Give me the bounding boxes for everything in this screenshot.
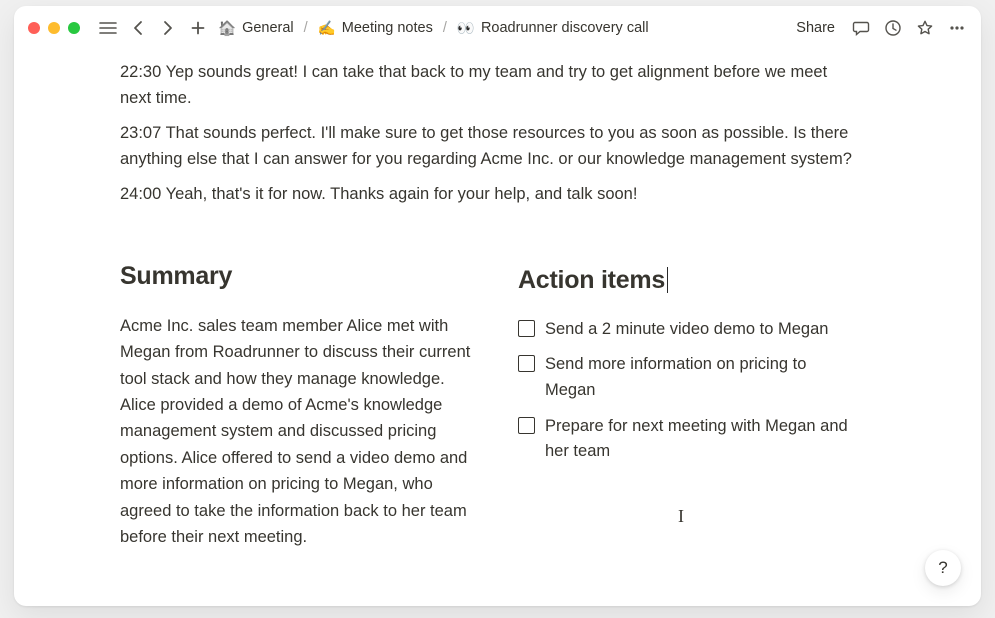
transcript-line[interactable]: 22:30 Yep sounds great! I can take that … xyxy=(120,60,860,111)
todo-label[interactable]: Send a 2 minute video demo to Megan xyxy=(545,317,860,343)
checkbox[interactable] xyxy=(518,355,535,372)
breadcrumb-label: General xyxy=(242,20,294,36)
transcript-block[interactable]: 22:30 Yep sounds great! I can take that … xyxy=(120,60,860,208)
todo-item[interactable]: Send a 2 minute video demo to Megan xyxy=(518,317,860,343)
text-cursor-icon: I xyxy=(678,506,684,527)
summary-heading[interactable]: Summary xyxy=(120,262,232,291)
transcript-line[interactable]: 23:07 That sounds perfect. I'll make sur… xyxy=(120,121,860,172)
summary-column[interactable]: Summary Acme Inc. sales team member Alic… xyxy=(120,262,478,551)
breadcrumb-root[interactable]: 🏠 General xyxy=(214,18,298,39)
updates-button[interactable] xyxy=(879,14,907,42)
nav-forward-button[interactable] xyxy=(154,14,182,42)
checkbox[interactable] xyxy=(518,320,535,337)
topbar-actions: Share xyxy=(788,14,971,42)
action-items-heading[interactable]: Action items xyxy=(518,262,666,295)
summary-body[interactable]: Acme Inc. sales team member Alice met wi… xyxy=(120,313,478,551)
breadcrumb-separator: / xyxy=(304,20,308,36)
minimize-window-button[interactable] xyxy=(48,22,60,34)
eyes-icon: 👀 xyxy=(457,20,475,37)
breadcrumb-meeting-notes[interactable]: ✍️ Meeting notes xyxy=(314,18,437,39)
maximize-window-button[interactable] xyxy=(68,22,80,34)
new-tab-button[interactable] xyxy=(184,14,212,42)
checkbox[interactable] xyxy=(518,417,535,434)
topbar: 🏠 General / ✍️ Meeting notes / 👀 Roadrun… xyxy=(14,6,981,50)
window-controls xyxy=(28,22,80,34)
breadcrumb-label: Roadrunner discovery call xyxy=(481,20,649,36)
nav-back-button[interactable] xyxy=(124,14,152,42)
comments-button[interactable] xyxy=(847,14,875,42)
page-content[interactable]: 22:30 Yep sounds great! I can take that … xyxy=(14,50,981,606)
breadcrumb-current-page[interactable]: 👀 Roadrunner discovery call xyxy=(453,18,653,39)
todo-label[interactable]: Send more information on pricing to Mega… xyxy=(545,352,860,403)
todo-item[interactable]: Prepare for next meeting with Megan and … xyxy=(518,414,860,465)
transcript-line[interactable]: 24:00 Yeah, that's it for now. Thanks ag… xyxy=(120,182,860,208)
home-icon: 🏠 xyxy=(218,20,236,37)
breadcrumb-separator: / xyxy=(443,20,447,36)
app-window: 🏠 General / ✍️ Meeting notes / 👀 Roadrun… xyxy=(14,6,981,606)
close-window-button[interactable] xyxy=(28,22,40,34)
todo-list: Send a 2 minute video demo to Megan Send… xyxy=(518,317,860,465)
sidebar-toggle-button[interactable] xyxy=(94,14,122,42)
share-button[interactable]: Share xyxy=(788,16,843,40)
help-button[interactable]: ? xyxy=(925,550,961,586)
more-menu-button[interactable] xyxy=(943,14,971,42)
writing-hand-icon: ✍️ xyxy=(318,20,336,37)
breadcrumb-label: Meeting notes xyxy=(342,20,433,36)
todo-item[interactable]: Send more information on pricing to Mega… xyxy=(518,352,860,403)
favorite-button[interactable] xyxy=(911,14,939,42)
action-items-column[interactable]: Action items Send a 2 minute video demo … xyxy=(518,262,860,551)
breadcrumbs: 🏠 General / ✍️ Meeting notes / 👀 Roadrun… xyxy=(214,18,653,39)
todo-label[interactable]: Prepare for next meeting with Megan and … xyxy=(545,414,860,465)
